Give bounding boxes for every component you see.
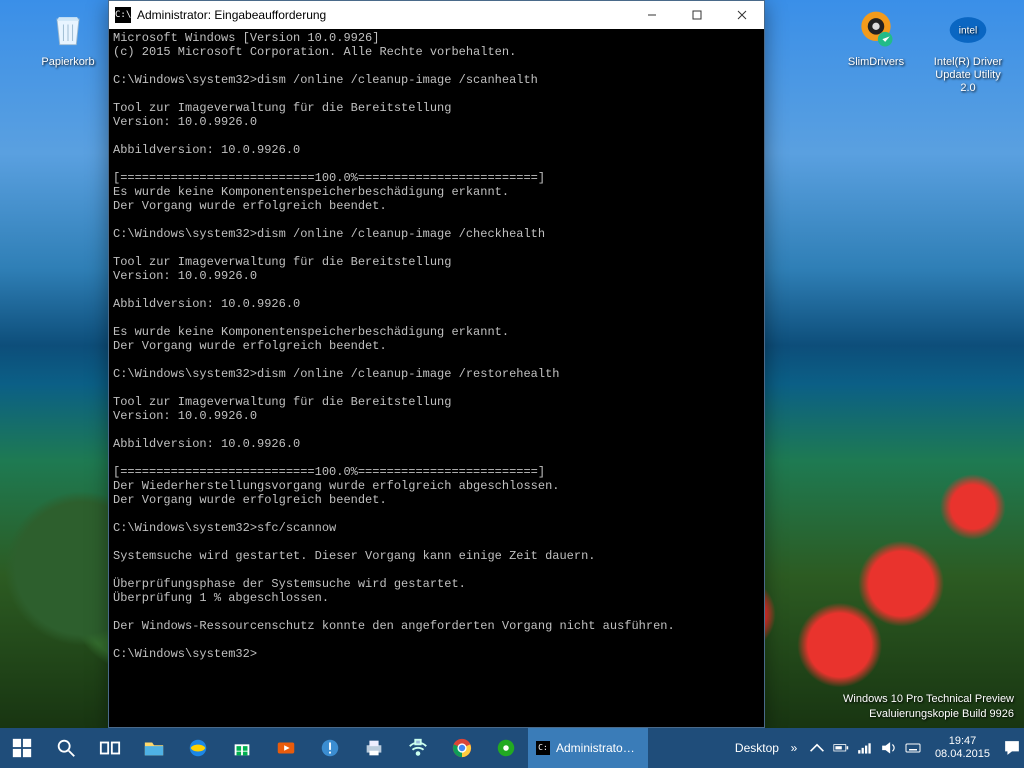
keyboard-icon[interactable] bbox=[905, 740, 921, 756]
windows-watermark: Windows 10 Pro Technical Preview Evaluie… bbox=[843, 692, 1014, 722]
start-button[interactable] bbox=[0, 728, 44, 768]
toolbar-chevron-icon[interactable]: » bbox=[787, 741, 801, 755]
slimdrivers-icon bbox=[854, 8, 898, 52]
internet-explorer-button[interactable] bbox=[176, 728, 220, 768]
battery-icon[interactable] bbox=[833, 740, 849, 756]
clock-date: 08.04.2015 bbox=[935, 748, 990, 761]
watermark-line1: Windows 10 Pro Technical Preview bbox=[843, 692, 1014, 707]
printer-button[interactable] bbox=[352, 728, 396, 768]
chrome-button[interactable] bbox=[440, 728, 484, 768]
intel-icon: intel bbox=[946, 8, 990, 52]
window-titlebar[interactable]: C:\ Administrator: Eingabeaufforderung bbox=[109, 1, 764, 29]
taskbar-clock[interactable]: 19:47 08.04.2015 bbox=[929, 735, 996, 760]
action-center-icon[interactable] bbox=[1004, 740, 1020, 756]
desktop-icon-label: SlimDrivers bbox=[838, 56, 914, 69]
clock-time: 19:47 bbox=[935, 735, 990, 748]
network-icon[interactable] bbox=[857, 740, 873, 756]
console-output[interactable]: Microsoft Windows [Version 10.0.9926] (c… bbox=[109, 29, 764, 663]
gear-app-button[interactable] bbox=[484, 728, 528, 768]
taskbar-task-cmd[interactable]: C: Administrato… bbox=[528, 728, 648, 768]
task-view-button[interactable] bbox=[88, 728, 132, 768]
command-prompt-window: C:\ Administrator: Eingabeaufforderung M… bbox=[108, 0, 765, 728]
watermark-line2: Evaluierungskopie Build 9926 bbox=[843, 707, 1014, 722]
wifi-app-button[interactable] bbox=[396, 728, 440, 768]
taskbar: C: Administrato… Desktop » 19:47 08.04.2… bbox=[0, 728, 1024, 768]
store-button[interactable] bbox=[220, 728, 264, 768]
cmd-icon: C:\ bbox=[115, 7, 131, 23]
system-tray: Desktop » 19:47 08.04.2015 bbox=[725, 728, 1024, 768]
tray-overflow-icon[interactable] bbox=[809, 740, 825, 756]
cmd-icon: C: bbox=[536, 741, 550, 755]
svg-text:intel: intel bbox=[959, 26, 978, 37]
desktop-icon-recycle-bin[interactable]: Papierkorb bbox=[30, 8, 106, 69]
desktop-icon-label: Papierkorb bbox=[30, 56, 106, 69]
taskbar-task-label: Administrato… bbox=[556, 741, 635, 755]
desktop-icon-intel-driver[interactable]: intel Intel(R) Driver Update Utility 2.0 bbox=[930, 8, 1006, 96]
file-explorer-button[interactable] bbox=[132, 728, 176, 768]
desktop-toolbar-label[interactable]: Desktop bbox=[729, 741, 779, 755]
volume-icon[interactable] bbox=[881, 740, 897, 756]
desktop-icon-label: Intel(R) Driver Update Utility 2.0 bbox=[930, 56, 1006, 96]
search-button[interactable] bbox=[44, 728, 88, 768]
desktop-icon-slimdrivers[interactable]: SlimDrivers bbox=[838, 8, 914, 69]
recycle-bin-icon bbox=[46, 8, 90, 52]
maximize-button[interactable] bbox=[674, 1, 719, 29]
window-title: Administrator: Eingabeaufforderung bbox=[137, 8, 629, 22]
video-button[interactable] bbox=[264, 728, 308, 768]
close-button[interactable] bbox=[719, 1, 764, 29]
minimize-button[interactable] bbox=[629, 1, 674, 29]
utility-button[interactable] bbox=[308, 728, 352, 768]
